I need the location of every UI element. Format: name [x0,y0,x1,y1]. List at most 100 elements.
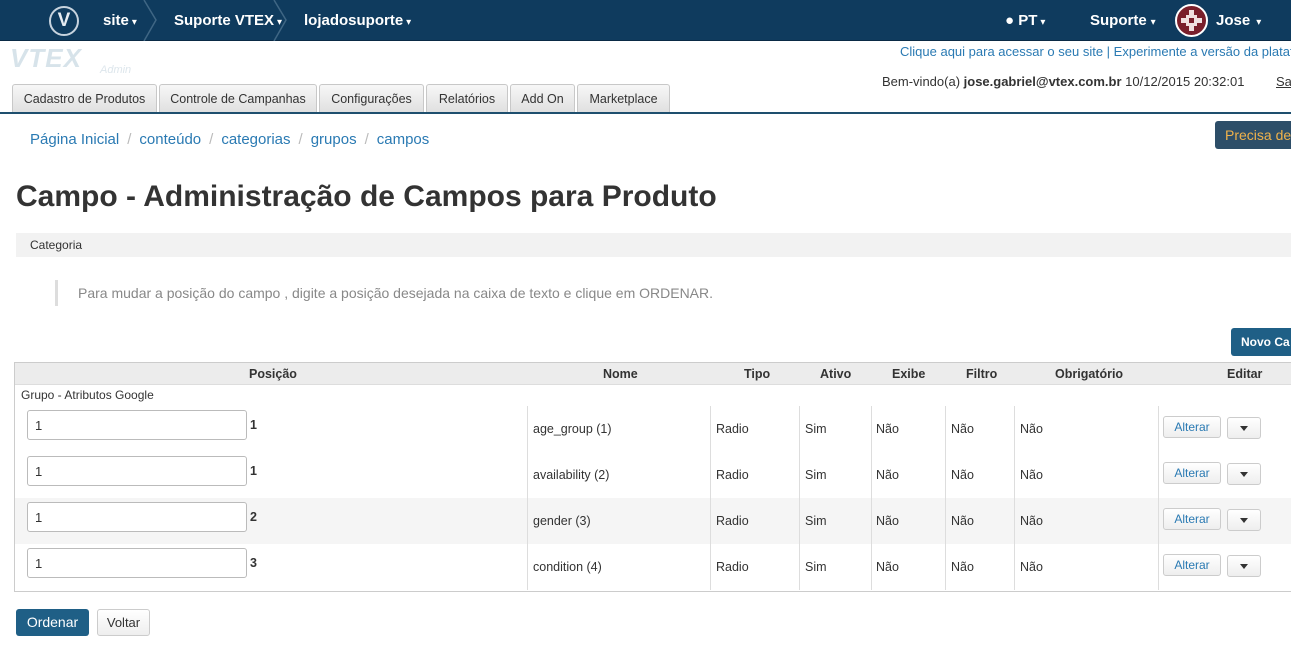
field-filter: Não [951,422,974,436]
page-title: Campo - Administração de Campos para Pro… [16,180,717,213]
tab-relatorios[interactable]: Relatórios [426,84,508,112]
col-filtro: Filtro [966,367,998,381]
field-name: gender (3) [533,514,591,528]
tab-controle-campanhas[interactable]: Controle de Campanhas [159,84,317,112]
field-name: condition (4) [533,560,602,574]
avatar[interactable] [1175,4,1208,37]
field-required: Não [1020,560,1043,574]
help-button[interactable]: Precisa de a [1215,121,1291,149]
group-label: Grupo - Atributos Google [21,388,154,402]
position-input[interactable] [27,410,247,440]
edit-button[interactable]: Alterar [1163,508,1221,530]
nav-crumb-store[interactable]: lojadosuporte ▾ [304,0,411,41]
field-name: age_group (1) [533,422,612,436]
field-filter: Não [951,514,974,528]
chevron-down-icon: ▾ [1256,17,1262,28]
access-site-link[interactable]: Clique aqui para acessar o seu site [900,44,1103,59]
chevron-down-icon: ▾ [1150,17,1156,28]
tab-configuracoes[interactable]: Configurações [319,84,424,112]
more-actions-button[interactable] [1227,463,1261,485]
field-show: Não [876,422,899,436]
edit-button[interactable]: Alterar [1163,462,1221,484]
field-filter: Não [951,560,974,574]
field-active: Sim [805,514,827,528]
more-actions-button[interactable] [1227,417,1261,439]
field-required: Não [1020,422,1043,436]
position-value: 1 [250,418,257,432]
fields-table: Posição Nome Tipo Ativo Exibe Filtro Obr… [14,362,1291,592]
crumb-separator [142,0,158,41]
nav-crumb-account[interactable]: Suporte VTEX ▾ [174,0,282,41]
position-input[interactable] [27,456,247,486]
table-row: 1 age_group (1) Radio Sim Não Não Não Al… [15,406,1291,452]
ordering-hint: Para mudar a posição do campo , digite a… [55,280,713,306]
col-obrigatorio: Obrigatório [1055,367,1124,381]
caret-down-icon [1240,518,1248,523]
breadcrumb-campos[interactable]: campos [377,131,430,148]
caret-down-icon [1240,564,1248,569]
vtex-v-icon[interactable]: V [49,6,79,36]
caret-down-icon [1240,472,1248,477]
table-row: 1 availability (2) Radio Sim Não Não Não… [15,452,1291,498]
field-type: Radio [716,514,749,528]
col-exibe: Exibe [892,367,926,381]
category-label: Categoria [16,233,1291,257]
field-show: Não [876,560,899,574]
tab-add-on[interactable]: Add On [510,84,575,112]
field-filter: Não [951,468,974,482]
language-selector[interactable]: ● PT ▾ [1005,0,1045,41]
field-type: Radio [716,560,749,574]
col-tipo: Tipo [744,367,771,381]
chevron-down-icon: ▾ [131,17,137,28]
edit-button[interactable]: Alterar [1163,554,1221,576]
field-type: Radio [716,422,749,436]
more-actions-button[interactable] [1227,509,1261,531]
col-editar: Editar [1227,367,1263,381]
tab-cadastro-produtos[interactable]: Cadastro de Produtos [12,84,157,112]
field-show: Não [876,514,899,528]
support-menu[interactable]: Suporte ▾ [1090,0,1156,41]
module-tabs: Cadastro de Produtos Controle de Campanh… [0,84,1291,114]
crumb-separator [272,0,288,41]
field-show: Não [876,468,899,482]
breadcrumb-grupos[interactable]: grupos [311,131,357,148]
position-value: 3 [250,556,257,570]
position-input[interactable] [27,548,247,578]
field-active: Sim [805,468,827,482]
col-posicao: Posição [249,367,297,381]
back-button[interactable]: Voltar [97,609,150,636]
breadcrumb-categorias[interactable]: categorias [221,131,290,148]
table-header: Posição Nome Tipo Ativo Exibe Filtro Obr… [15,363,1291,385]
position-value: 1 [250,464,257,478]
tab-marketplace[interactable]: Marketplace [577,84,670,112]
breadcrumb-conteudo[interactable]: conteúdo [139,131,201,148]
field-active: Sim [805,422,827,436]
more-actions-button[interactable] [1227,555,1261,577]
page: V site ▾ Suporte VTEX ▾ lojadosuporte ▾ ● P… [0,0,1291,650]
user-menu[interactable]: Jose ▾ [1216,0,1261,41]
table-row: 2 gender (3) Radio Sim Não Não Não Alter… [15,498,1291,544]
table-row: 3 condition (4) Radio Sim Não Não Não Al… [15,544,1291,590]
new-field-button[interactable]: Novo Ca [1231,328,1291,356]
try-new-version-link[interactable]: Experimente a versão da platafo [1114,44,1291,59]
order-button[interactable]: Ordenar [16,609,89,636]
field-required: Não [1020,468,1043,482]
caret-down-icon [1240,426,1248,431]
vtex-admin-logo: VTEX Admin [10,43,132,76]
field-type: Radio [716,468,749,482]
position-input[interactable] [27,502,247,532]
field-name: availability (2) [533,468,610,482]
field-active: Sim [805,560,827,574]
edit-button[interactable]: Alterar [1163,416,1221,438]
top-navigation-bar: V site ▾ Suporte VTEX ▾ lojadosuporte ▾ ● P… [0,0,1291,41]
breadcrumb-home[interactable]: Página Inicial [30,131,119,148]
nav-crumb-site[interactable]: site ▾ [103,0,137,41]
chevron-down-icon: ▾ [1040,17,1046,28]
col-ativo: Ativo [820,367,852,381]
globe-icon: ● [1005,12,1015,29]
breadcrumb: Página Inicial / conteúdo / categorias / grupo… [30,131,430,148]
col-nome: Nome [603,367,638,381]
field-required: Não [1020,514,1043,528]
position-value: 2 [250,510,257,524]
top-links: Clique aqui para acessar o seu site | Ex… [900,44,1291,59]
